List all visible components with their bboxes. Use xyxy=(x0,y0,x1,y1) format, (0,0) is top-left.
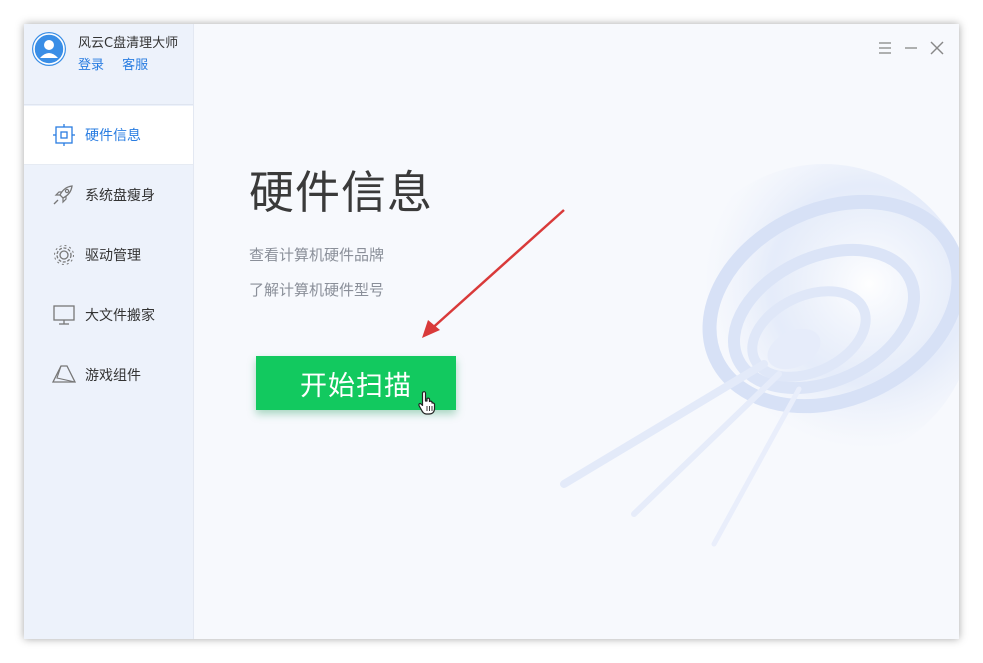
page-title: 硬件信息 xyxy=(249,166,434,219)
description-line-2: 了解计算机硬件型号 xyxy=(249,281,385,299)
login-link[interactable]: 登录 xyxy=(78,58,104,73)
sidebar-item-label: 系统盘瘦身 xyxy=(85,188,155,204)
window-controls xyxy=(877,40,945,56)
description-line-1: 查看计算机硬件品牌 xyxy=(249,246,385,264)
sidebar-item-game[interactable]: 游戏组件 xyxy=(24,346,193,404)
menu-icon[interactable] xyxy=(877,40,893,56)
sidebar-item-label: 游戏组件 xyxy=(85,368,141,384)
hand-cursor-icon xyxy=(418,391,436,415)
sidebar-item-system-slim[interactable]: 系统盘瘦身 xyxy=(24,166,193,224)
avatar[interactable] xyxy=(32,32,66,66)
background-decoration xyxy=(560,164,959,547)
service-link[interactable]: 客服 xyxy=(122,58,148,73)
sidebar-item-hardware[interactable]: 硬件信息 xyxy=(24,106,193,165)
sidebar-item-label: 硬件信息 xyxy=(85,128,141,144)
sidebar-item-bigfile[interactable]: 大文件搬家 xyxy=(24,286,193,344)
minimize-icon[interactable] xyxy=(903,40,919,56)
hardware-icon xyxy=(53,124,75,146)
annotation-arrow xyxy=(422,209,565,338)
user-icon xyxy=(33,33,65,65)
monitor-icon xyxy=(53,305,75,325)
user-profile: 风云C盘清理大师 登录 客服 xyxy=(24,24,193,105)
account-links: 登录 客服 xyxy=(78,54,162,73)
app-window: 风云C盘清理大师 登录 客服 硬件信息 系统盘瘦身 驱动管理 大文件搬家 游戏组… xyxy=(24,24,959,639)
app-title: 风云C盘清理大师 xyxy=(78,36,179,51)
gear-icon xyxy=(54,245,74,265)
sidebar-item-label: 大文件搬家 xyxy=(85,308,155,324)
sidebar-item-label: 驱动管理 xyxy=(85,248,141,264)
close-icon[interactable] xyxy=(929,40,945,56)
sidebar-item-driver[interactable]: 驱动管理 xyxy=(24,226,193,284)
sidebar: 风云C盘清理大师 登录 客服 硬件信息 系统盘瘦身 驱动管理 大文件搬家 游戏组… xyxy=(24,24,194,639)
rocket-icon xyxy=(53,185,73,205)
game-icon xyxy=(52,365,76,383)
